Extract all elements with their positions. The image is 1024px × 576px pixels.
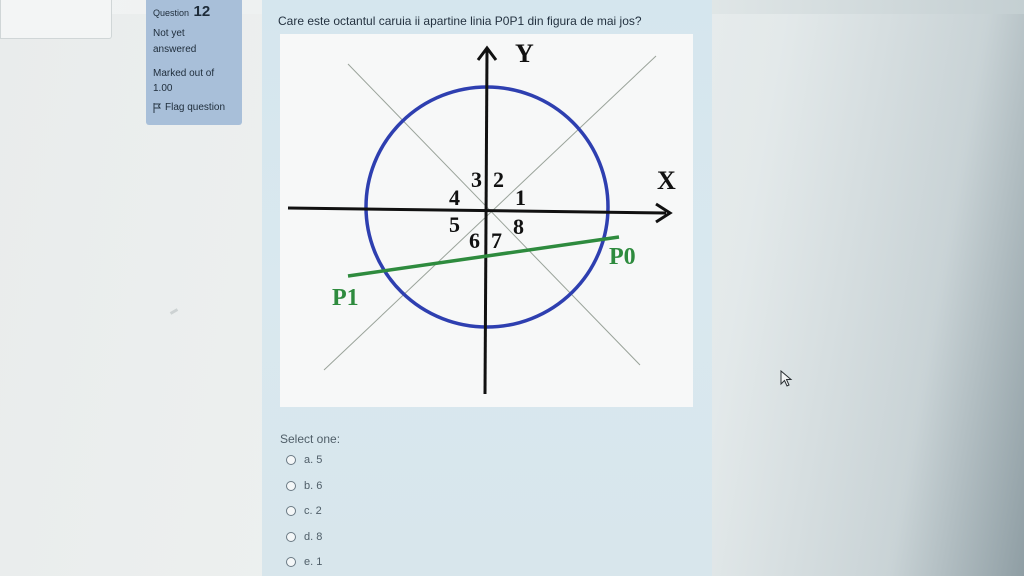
- answer-option-label: e. 1: [304, 556, 323, 568]
- flag-icon: [153, 102, 161, 113]
- question-text: Care este octantul caruia ii apartine li…: [278, 14, 642, 28]
- answer-option-a[interactable]: a. 5: [286, 454, 322, 466]
- diagonal-line-1: [347, 63, 641, 366]
- octant-label-8: 8: [513, 214, 524, 239]
- radio-button[interactable]: [286, 455, 296, 465]
- marked-line-2: 1.00: [153, 83, 173, 94]
- y-axis-label: Y: [515, 39, 534, 68]
- answer-option-d[interactable]: d. 8: [286, 531, 322, 543]
- octant-label-4: 4: [449, 185, 460, 210]
- answer-option-label: b. 6: [304, 480, 323, 492]
- flag-question-label: Flag question: [165, 102, 226, 113]
- line-p0p1: [347, 235, 620, 278]
- question-prefix: Question: [153, 8, 190, 18]
- question-number: 12: [193, 3, 211, 20]
- side-panel-card: [0, 0, 112, 39]
- answer-option-label: a. 5: [304, 454, 323, 466]
- octant-label-7: 7: [491, 228, 502, 253]
- screen-smudge: [169, 308, 179, 315]
- state-line-2: answered: [153, 44, 197, 55]
- point-p0-label: P0: [609, 244, 636, 270]
- x-axis-label: X: [657, 166, 676, 195]
- question-info-panel: Question 12 Not yet answered Marked out …: [146, 0, 242, 125]
- answer-option-label: d. 8: [304, 531, 323, 543]
- answer-option-c[interactable]: c. 2: [286, 505, 322, 517]
- mouse-cursor-icon: [780, 369, 794, 393]
- radio-button[interactable]: [286, 532, 296, 542]
- radio-button[interactable]: [286, 481, 296, 491]
- octant-label-2: 2: [493, 167, 504, 192]
- radio-button[interactable]: [286, 506, 296, 516]
- answer-option-e[interactable]: e. 1: [286, 556, 322, 568]
- octant-diagram: Y X 1 2 3 4 5 6 7 8 P0 P1: [287, 39, 676, 395]
- point-p1-label: P1: [332, 285, 359, 311]
- question-number-line: Question 12: [153, 3, 242, 20]
- octant-label-6: 6: [469, 228, 480, 253]
- question-figure: Y X 1 2 3 4 5 6 7 8 P0 P1: [280, 34, 693, 407]
- marked-line-1: Marked out of: [153, 68, 215, 79]
- octant-label-1: 1: [515, 185, 526, 210]
- radio-button[interactable]: [286, 557, 296, 567]
- select-one-prompt: Select one:: [280, 432, 341, 446]
- answer-option-label: c. 2: [304, 505, 322, 517]
- y-axis: [483, 49, 489, 395]
- answer-option-b[interactable]: b. 6: [286, 480, 322, 492]
- question-state: Not yet answered: [153, 26, 242, 58]
- octant-label-5: 5: [449, 212, 460, 237]
- state-line-1: Not yet: [153, 28, 185, 39]
- octant-label-3: 3: [471, 167, 482, 192]
- question-grade: Marked out of 1.00: [153, 66, 242, 96]
- flag-question-button[interactable]: Flag question: [153, 102, 242, 113]
